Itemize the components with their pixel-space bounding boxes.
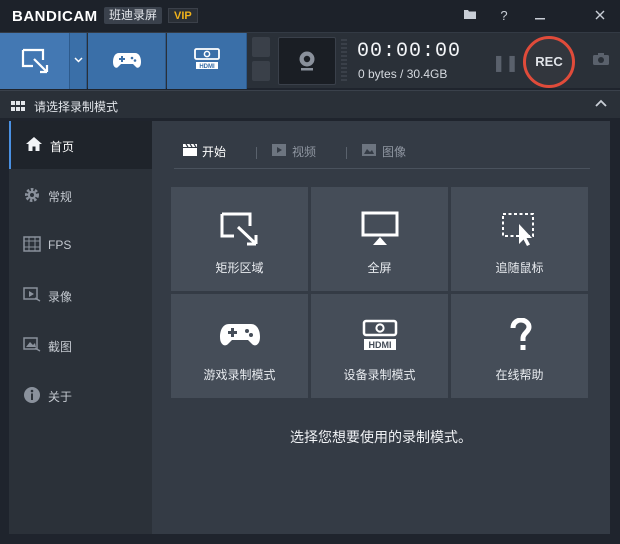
section-title: 请选择录制模式	[34, 100, 119, 114]
brand-left: BANDI	[12, 8, 62, 25]
tab-divider	[256, 147, 257, 159]
hdmi-device-icon: HDMI	[362, 319, 398, 350]
rectangle-area-card[interactable]: 矩形区域	[171, 187, 308, 291]
brand-right: CAM	[62, 8, 98, 25]
hdmi-device-icon: HDMI	[194, 48, 220, 70]
audio-level-meter	[341, 39, 347, 83]
mode-card-grid: 矩形区域 全屏 追随鼠标 游戏录制模式 HDMI 设备录制模式 在线帮助	[171, 187, 588, 398]
device-mode-card[interactable]: HDMI 设备录制模式	[311, 294, 448, 398]
hdmi-mode-button[interactable]: HDMI	[167, 33, 247, 89]
tab-video[interactable]: 视频	[272, 143, 316, 165]
hint-text: 选择您想要使用的录制模式。	[290, 429, 472, 445]
pause-icon[interactable]: ❚❚	[492, 53, 519, 73]
sidebar-item-label: FPS	[48, 238, 72, 252]
tab-start[interactable]: 开始	[182, 143, 226, 165]
rectangle-mode-button[interactable]	[0, 33, 70, 89]
close-icon[interactable]	[590, 6, 610, 26]
file-size-status: 0 bytes / 30.4GB	[358, 67, 448, 81]
grid-icon	[11, 101, 25, 111]
vip-badge[interactable]: VIP	[168, 8, 198, 23]
sidebar-item-label: 首页	[50, 140, 75, 154]
mode-dropdown-button[interactable]	[70, 33, 87, 89]
main-panel: 开始 视频 图像 矩形区域 全屏 追随鼠标 游戏录制模式 HDMI 设备录制模式…	[152, 121, 610, 534]
screenshot-camera-icon[interactable]	[592, 52, 610, 71]
tab-label: 视频	[292, 145, 317, 159]
follow-mouse-card[interactable]: 追随鼠标	[451, 187, 588, 291]
gear-icon	[23, 186, 41, 204]
home-icon	[25, 136, 43, 154]
sidebar-item-about[interactable]: 关于	[9, 371, 152, 419]
sidebar-item-label: 常规	[48, 190, 73, 204]
webcam-icon	[299, 51, 315, 71]
play-icon	[272, 144, 288, 159]
gamepad-icon	[113, 53, 141, 68]
card-label: 矩形区域	[215, 261, 264, 275]
svg-text:HDMI: HDMI	[199, 64, 215, 70]
webcam-button[interactable]	[278, 37, 336, 85]
rectangle-area-icon	[220, 212, 258, 246]
question-icon	[510, 318, 532, 350]
video-icon	[23, 286, 41, 304]
tab-image[interactable]: 图像	[362, 143, 406, 165]
picture-icon	[362, 144, 378, 159]
image-icon	[23, 336, 41, 354]
card-label: 设备录制模式	[343, 368, 416, 382]
card-label: 全屏	[367, 261, 392, 275]
tab-label: 开始	[202, 145, 227, 159]
card-label: 在线帮助	[495, 368, 544, 382]
toolbar: HDMI 00:00:00 0 bytes / 30.4GB ❚❚ REC	[0, 32, 620, 89]
collapse-icon[interactable]	[595, 96, 607, 110]
info-icon	[23, 386, 41, 404]
sidebar-item-label: 截图	[48, 340, 73, 354]
card-label: 追随鼠标	[495, 261, 544, 275]
section-header: 请选择录制模式	[0, 90, 620, 118]
online-help-card[interactable]: 在线帮助	[451, 294, 588, 398]
chevron-down-icon	[74, 57, 83, 63]
monitor-icon	[361, 211, 399, 245]
clapper-icon	[182, 143, 198, 159]
sidebar-item-home[interactable]: 首页	[9, 121, 152, 169]
sidebar-item-label: 录像	[48, 290, 73, 304]
microphone-toggle-icon[interactable]	[252, 61, 270, 81]
minimize-icon[interactable]	[530, 6, 550, 26]
tab-bar: 开始 视频 图像	[174, 143, 590, 169]
audio-controls	[252, 37, 272, 85]
game-mode-button[interactable]	[88, 33, 166, 89]
tab-label: 图像	[382, 145, 407, 159]
fullscreen-card[interactable]: 全屏	[311, 187, 448, 291]
rectangle-select-icon	[21, 48, 49, 74]
sidebar-item-video[interactable]: 录像	[9, 271, 152, 319]
product-name: 班迪录屏	[104, 7, 163, 24]
sidebar-item-label: 关于	[48, 390, 73, 404]
fps-icon	[23, 236, 41, 254]
cursor-follow-icon	[502, 213, 534, 246]
title-bar: BANDICAM 班迪录屏 VIP ?	[0, 0, 620, 32]
card-label: 游戏录制模式	[203, 368, 276, 382]
sidebar: 首页 常规 FPS 录像 截图 关于	[9, 121, 152, 534]
help-icon[interactable]: ?	[494, 6, 514, 26]
speaker-toggle-icon[interactable]	[252, 37, 270, 57]
game-mode-card[interactable]: 游戏录制模式	[171, 294, 308, 398]
folder-icon[interactable]	[460, 6, 480, 26]
recording-timer: 00:00:00	[357, 40, 462, 63]
gamepad-icon	[220, 324, 260, 346]
tab-divider	[346, 147, 347, 159]
svg-text:HDMI: HDMI	[369, 340, 392, 350]
app-logo: BANDICAM	[12, 8, 98, 25]
sidebar-item-general[interactable]: 常规	[9, 171, 152, 219]
sidebar-item-fps[interactable]: FPS	[9, 221, 152, 269]
sidebar-item-image[interactable]: 截图	[9, 321, 152, 369]
rec-button[interactable]: REC	[523, 36, 575, 88]
